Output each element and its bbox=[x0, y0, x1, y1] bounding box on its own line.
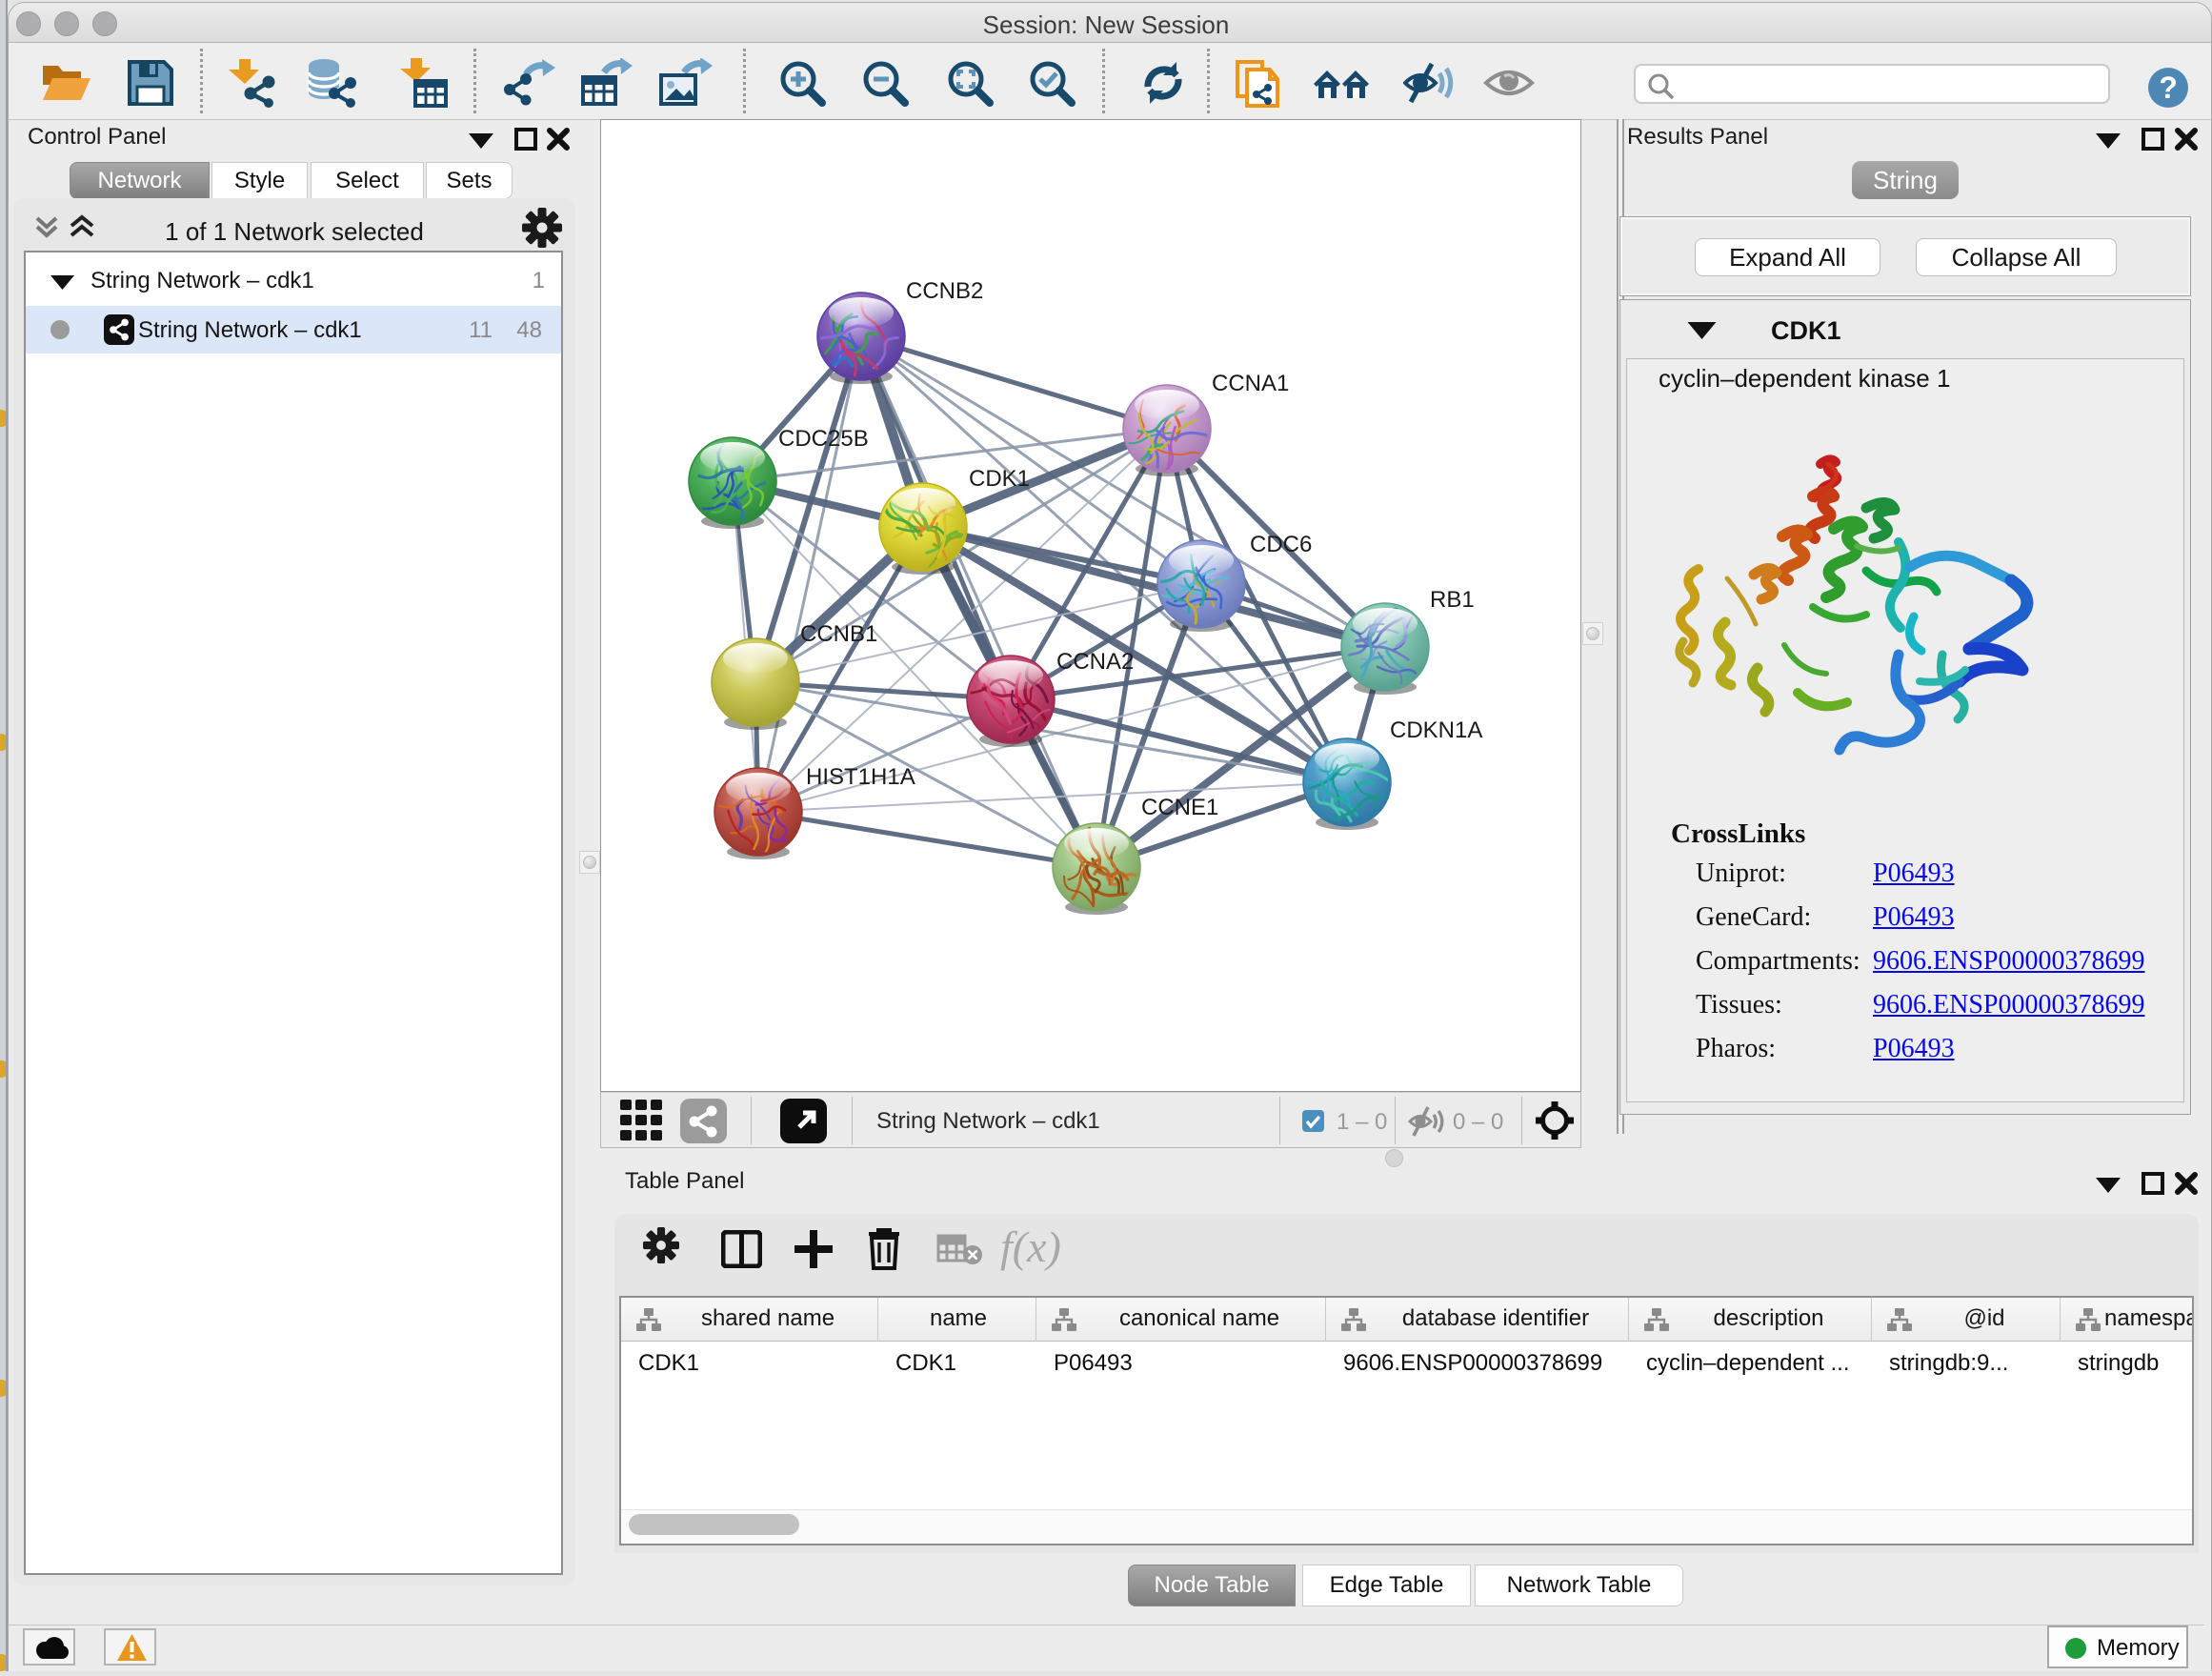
svg-text:CCNA1: CCNA1 bbox=[1212, 371, 1289, 396]
svg-text:CDC6: CDC6 bbox=[1250, 532, 1312, 557]
svg-text:CDC25B: CDC25B bbox=[778, 426, 869, 452]
svg-text:CCNA2: CCNA2 bbox=[1056, 649, 1134, 675]
svg-text:CDK1: CDK1 bbox=[969, 466, 1030, 492]
svg-text:HIST1H1A: HIST1H1A bbox=[806, 764, 915, 790]
svg-text:CCNB2: CCNB2 bbox=[906, 278, 983, 304]
svg-text:CDKN1A: CDKN1A bbox=[1390, 717, 1482, 743]
svg-text:?: ? bbox=[2159, 71, 2178, 105]
svg-text:RB1: RB1 bbox=[1430, 587, 1475, 613]
svg-text:CCNB1: CCNB1 bbox=[800, 621, 877, 647]
svg-text:CCNE1: CCNE1 bbox=[1141, 795, 1218, 820]
